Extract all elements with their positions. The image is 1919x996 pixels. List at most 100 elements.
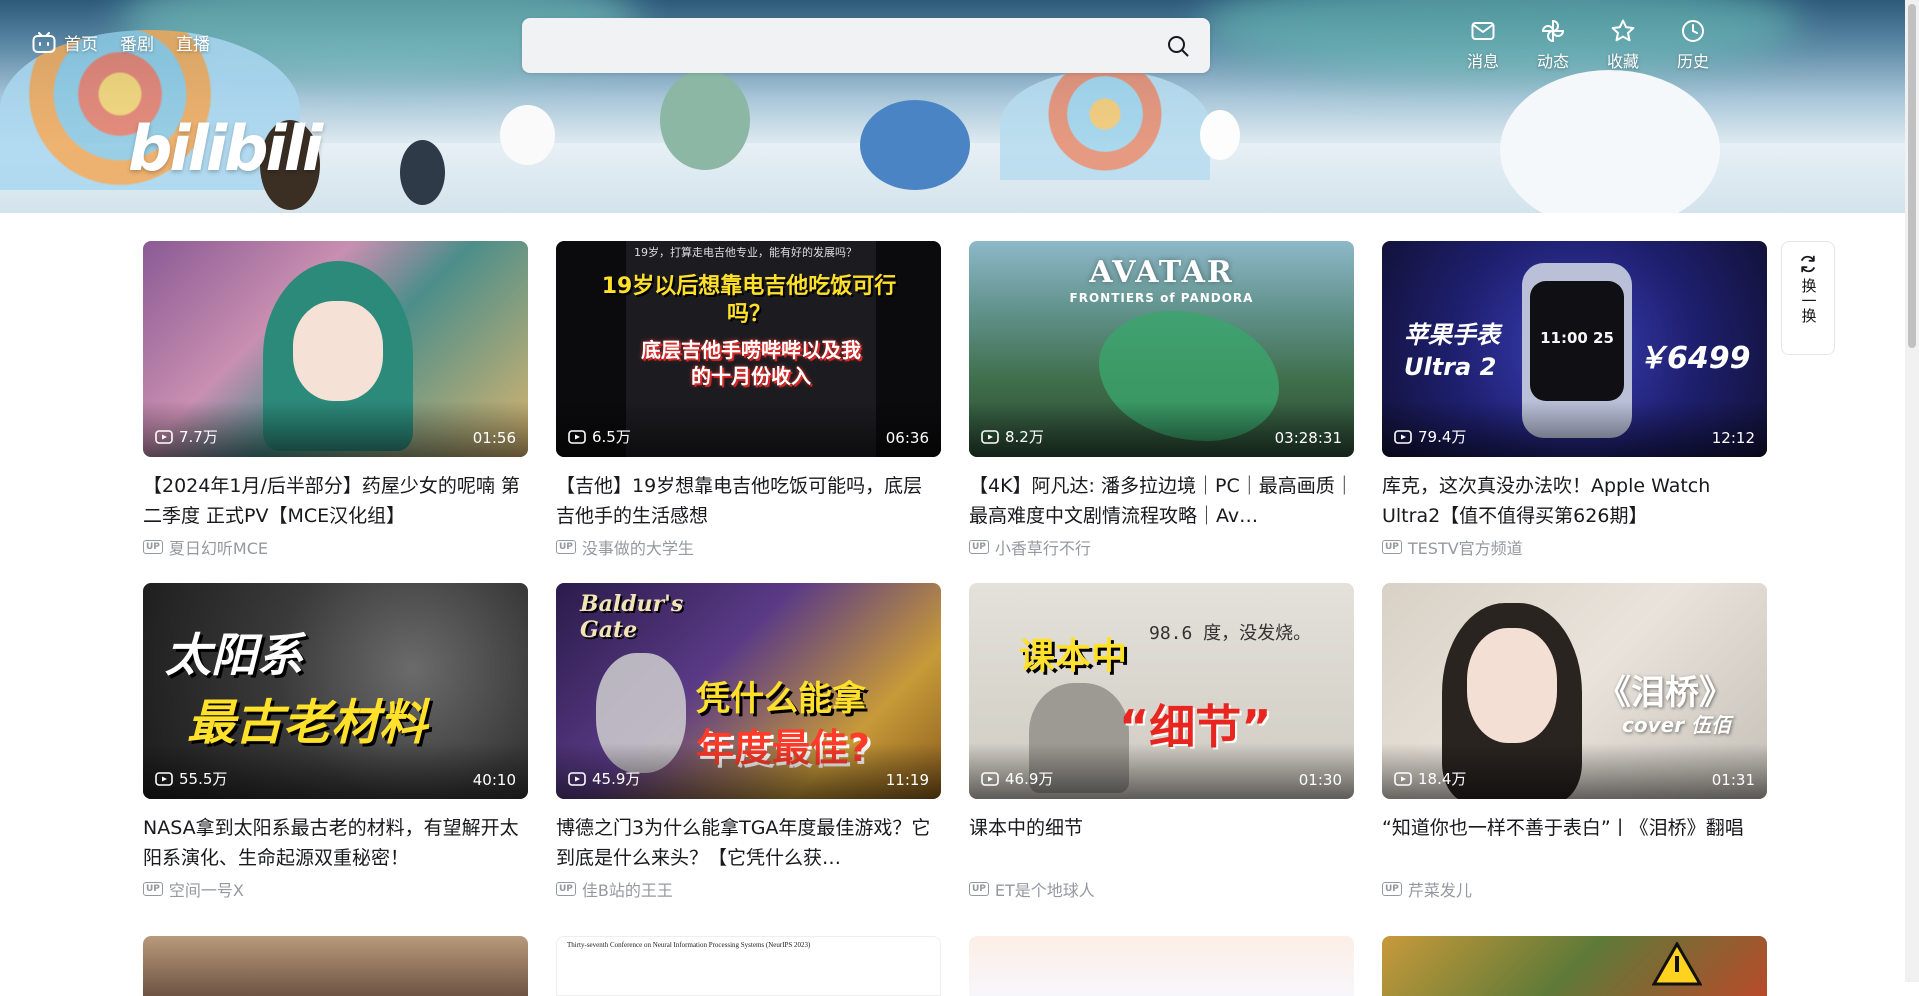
- refresh-icon: [1801, 255, 1815, 273]
- nav-left: 首页 番剧 直播: [32, 30, 210, 55]
- video-duration: 06:36: [885, 429, 929, 447]
- video-uploader[interactable]: UP ET是个地球人: [969, 877, 1354, 901]
- video-thumbnail[interactable]: 19岁，打算走电吉他专业，能有好的发展吗？ 19岁以后想靠电吉他吃饭可行吗？ 底…: [556, 241, 941, 457]
- video-title[interactable]: NASA拿到太阳系最古老的材料，有望解开太阳系演化、生命起源双重秘密！: [143, 813, 528, 873]
- nav-messages-label: 消息: [1466, 52, 1499, 71]
- bilibili-logo[interactable]: bilibili: [128, 112, 323, 185]
- video-title[interactable]: “知道你也一样不善于表白”丨《泪桥》翻唱: [1382, 813, 1767, 873]
- video-card[interactable]: 11:00 25 苹果手表 Ultra 2 ￥6499 79.4万 12:12 …: [1382, 241, 1767, 559]
- video-card[interactable]: AVATAR FRONTIERS of PANDORA 8.2万 03:28:3…: [969, 241, 1354, 559]
- view-count: 46.9万: [981, 768, 1053, 789]
- video-uploader[interactable]: UP 夏日幻听MCE: [143, 535, 528, 559]
- video-uploader[interactable]: UP TESTV官方频道: [1382, 535, 1767, 559]
- video-thumbnail[interactable]: 太阳系 最古老材料 55.5万 40:10: [143, 583, 528, 799]
- up-icon: UP: [1382, 882, 1402, 896]
- video-card[interactable]: 太阳系 最古老材料 55.5万 40:10 NASA拿到太阳系最古老的材料，有望…: [143, 583, 528, 901]
- video-card[interactable]: 19岁，打算走电吉他专业，能有好的发展吗？ 19岁以后想靠电吉他吃饭可行吗？ 底…: [556, 241, 941, 559]
- nav-favorites-label: 收藏: [1606, 52, 1639, 71]
- view-count-value: 6.5万: [592, 428, 631, 446]
- video-duration: 01:30: [1298, 771, 1342, 789]
- video-title[interactable]: 【吉他】19岁想靠电吉他吃饭可能吗，底层吉他手的生活感想: [556, 471, 941, 531]
- view-count: 18.4万: [1394, 768, 1466, 789]
- up-icon: UP: [969, 540, 989, 554]
- video-thumbnail[interactable]: [1382, 936, 1767, 996]
- search-icon: [1168, 35, 1189, 56]
- character-decoration: [860, 100, 970, 190]
- video-duration: 01:31: [1711, 771, 1755, 789]
- uploader-name: 小香草行不行: [994, 539, 1091, 558]
- video-thumbnail[interactable]: 11:00 25 苹果手表 Ultra 2 ￥6499 79.4万 12:12: [1382, 241, 1767, 457]
- video-title[interactable]: 【2024年1月/后半部分】药屋少女的呢喃 第二季度 正式PV【MCE汉化组】: [143, 471, 528, 531]
- video-thumbnail[interactable]: Baldur's Gate 凭什么能拿 年度最佳? 45.9万 11:19: [556, 583, 941, 799]
- video-thumbnail[interactable]: Thirty-seventh Conference on Neural Info…: [556, 936, 941, 996]
- video-duration: 01:56: [472, 429, 516, 447]
- video-card[interactable]: [1382, 936, 1767, 996]
- up-icon: UP: [556, 540, 576, 554]
- snowman-decoration: [1200, 110, 1240, 160]
- video-thumbnail[interactable]: AVATAR FRONTIERS of PANDORA 8.2万 03:28:3…: [969, 241, 1354, 457]
- video-uploader[interactable]: UP 佳B站的王王: [556, 877, 941, 901]
- play-count-icon: [568, 429, 586, 444]
- video-card[interactable]: Thirty-seventh Conference on Neural Info…: [556, 936, 941, 996]
- view-count: 7.7万: [155, 426, 218, 447]
- nav-right: 消息 动态 收藏 历史: [1467, 18, 1709, 72]
- clock-icon: [1681, 20, 1704, 42]
- view-count: 79.4万: [1394, 426, 1466, 447]
- up-icon: UP: [969, 882, 989, 896]
- nav-messages[interactable]: 消息: [1467, 18, 1499, 72]
- nav-favorites[interactable]: 收藏: [1607, 18, 1639, 72]
- video-card[interactable]: 98.6 度，没发烧。 课本中 “细节” 46.9万 01:30 课本中的细节 …: [969, 583, 1354, 901]
- video-title[interactable]: 博德之门3为什么能拿TGA年度最佳游戏？它到底是什么来头？【它凭什么获…: [556, 813, 941, 873]
- thumb-subheadline: FRONTIERS of PANDORA: [1069, 291, 1254, 305]
- pinwheel-icon: [1541, 19, 1564, 43]
- nav-history[interactable]: 历史: [1677, 18, 1709, 72]
- video-uploader[interactable]: UP 芹菜发儿: [1382, 877, 1767, 901]
- video-thumbnail[interactable]: 98.6 度，没发烧。 课本中 “细节” 46.9万 01:30: [969, 583, 1354, 799]
- video-uploader[interactable]: UP 小香草行不行: [969, 535, 1354, 559]
- video-card[interactable]: 7.7万 01:56 【2024年1月/后半部分】药屋少女的呢喃 第二季度 正式…: [143, 241, 528, 559]
- video-card[interactable]: [143, 936, 528, 996]
- video-card[interactable]: [969, 936, 1354, 996]
- refresh-button[interactable]: 换一换: [1781, 241, 1835, 355]
- video-card[interactable]: 《泪桥》 cover 伍佰 18.4万 01:31 “知道你也一样不善于表白”丨…: [1382, 583, 1767, 901]
- star-icon: [1611, 19, 1635, 42]
- view-count-value: 55.5万: [179, 770, 228, 788]
- page-scrollbar[interactable]: [1905, 0, 1919, 982]
- nav-home-label: 首页: [64, 35, 98, 55]
- video-thumbnail[interactable]: [969, 936, 1354, 996]
- video-title[interactable]: 库克，这次真没办法吹！Apple Watch Ultra2【值不值得买第626期…: [1382, 471, 1767, 531]
- thumb-figure: [293, 301, 383, 401]
- video-thumbnail[interactable]: [143, 936, 528, 996]
- video-thumbnail[interactable]: 《泪桥》 cover 伍佰 18.4万 01:31: [1382, 583, 1767, 799]
- video-uploader[interactable]: UP 空间一号X: [143, 877, 528, 901]
- video-duration: 03:28:31: [1274, 429, 1342, 447]
- nav-home[interactable]: 首页: [32, 30, 98, 55]
- play-count-icon: [1394, 429, 1412, 444]
- view-count: 6.5万: [568, 426, 631, 447]
- video-thumbnail[interactable]: 7.7万 01:56: [143, 241, 528, 457]
- uploader-name: 空间一号X: [168, 881, 244, 900]
- thumb-subheadline: 底层吉他手唠哔哔以及我的十月份收入: [641, 338, 861, 388]
- thumb-headline: AVATAR: [1089, 255, 1234, 290]
- thumb-headline: 课本中: [1019, 636, 1128, 677]
- nav-dynamic-label: 动态: [1536, 52, 1569, 71]
- thumb-caption: Thirty-seventh Conference on Neural Info…: [567, 941, 811, 949]
- video-uploader[interactable]: UP 没事做的大学生: [556, 535, 941, 559]
- video-title[interactable]: 【4K】阿凡达: 潘多拉边境｜PC｜最高画质｜最高难度中文剧情流程攻略｜Av…: [969, 471, 1354, 531]
- search-button[interactable]: [1146, 18, 1210, 73]
- nav-live[interactable]: 直播: [176, 30, 210, 55]
- nav-bangumi-label: 番剧: [120, 35, 154, 55]
- video-title[interactable]: 课本中的细节: [969, 813, 1354, 873]
- search-input[interactable]: [522, 18, 1146, 73]
- scrollbar-thumb[interactable]: [1908, 4, 1916, 348]
- video-card[interactable]: Baldur's Gate 凭什么能拿 年度最佳? 45.9万 11:19 博德…: [556, 583, 941, 901]
- view-count-value: 7.7万: [179, 428, 218, 446]
- nav-dynamic[interactable]: 动态: [1537, 18, 1569, 72]
- goose-decoration: [500, 105, 555, 165]
- penguin-decoration: [400, 140, 445, 205]
- nav-history-label: 历史: [1676, 52, 1709, 71]
- up-icon: UP: [556, 882, 576, 896]
- play-count-icon: [155, 771, 173, 786]
- nav-bangumi[interactable]: 番剧: [120, 30, 154, 55]
- uploader-name: 芹菜发儿: [1407, 881, 1472, 900]
